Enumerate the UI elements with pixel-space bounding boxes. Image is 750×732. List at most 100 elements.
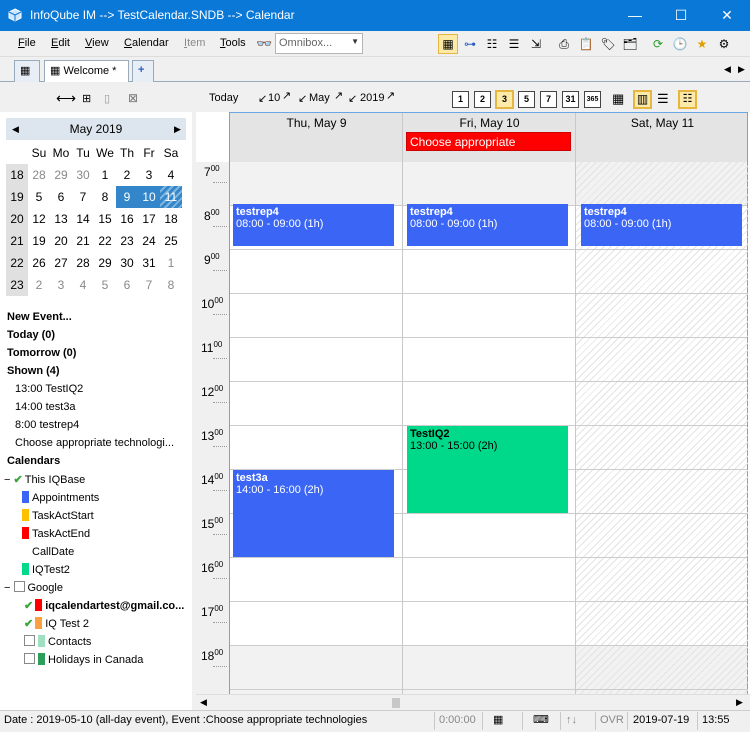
collapse-icon[interactable]: −	[4, 582, 10, 594]
rows-layout-icon[interactable]: ☰	[657, 91, 669, 107]
mini-calendar-day[interactable]: 20	[50, 230, 72, 252]
menu-calendar[interactable]: Calendar	[124, 37, 169, 49]
all-day-event[interactable]: Choose appropriate	[406, 132, 571, 151]
mini-calendar-day[interactable]: 30	[116, 252, 138, 274]
year-nav-right-icon[interactable]: ↗	[386, 89, 395, 102]
view-3-day-button[interactable]: 3	[495, 90, 514, 109]
mini-calendar-day[interactable]: 6	[116, 274, 138, 296]
view-2-day-button[interactable]: 2	[474, 91, 491, 108]
tree-today[interactable]: Today (0)	[7, 329, 55, 341]
day-nav-label[interactable]: 10	[268, 92, 280, 104]
collapse-icon[interactable]: −	[4, 474, 10, 486]
tab-grid[interactable]: ▦	[14, 60, 40, 82]
mini-calendar-day[interactable]: 10	[138, 186, 160, 208]
iq-calendar-item[interactable]: Appointments	[22, 491, 99, 504]
mini-calendar-day[interactable]: 13	[50, 208, 72, 230]
mini-calendar-day[interactable]: 26	[28, 252, 50, 274]
mini-calendar-day[interactable]: 7	[138, 274, 160, 296]
outline-view-icon[interactable]: ☰	[504, 34, 524, 54]
mini-calendar-day[interactable]: 7	[72, 186, 94, 208]
tab-welcome[interactable]: ▦ Welcome *	[44, 60, 129, 82]
week-number[interactable]: 18	[6, 164, 28, 186]
view-1-day-button[interactable]: 1	[452, 91, 469, 108]
week-number[interactable]: 23	[6, 274, 28, 296]
notes-icon[interactable]: 📋	[576, 34, 596, 54]
mini-calendar-day[interactable]: 17	[138, 208, 160, 230]
menu-view[interactable]: View	[85, 37, 109, 49]
menu-edit[interactable]: Edit	[51, 37, 70, 49]
view-7-day-button[interactable]: 7	[540, 91, 557, 108]
mini-calendar-day[interactable]: 15	[94, 208, 116, 230]
week-number[interactable]: 22	[6, 252, 28, 274]
month-nav-left-icon[interactable]: ↙	[298, 92, 307, 105]
year-nav-left-icon[interactable]: ↙	[348, 92, 357, 105]
mini-calendar-day[interactable]: 3	[138, 164, 160, 186]
grid-view-icon[interactable]: ☷	[482, 34, 502, 54]
hoist-icon[interactable]: ⇲	[526, 34, 546, 54]
tree-tomorrow[interactable]: Tomorrow (0)	[7, 347, 76, 359]
menu-file[interactable]: File	[18, 37, 36, 49]
mini-calendar-day[interactable]: 28	[28, 164, 50, 186]
mini-calendar-day[interactable]: 28	[72, 252, 94, 274]
grid-layout-icon[interactable]: ▦	[612, 91, 624, 107]
shown-event-item[interactable]: Choose appropriate technologi...	[15, 437, 174, 449]
mini-calendar-day[interactable]: 5	[94, 274, 116, 296]
expand-horizontal-icon[interactable]: ⟷	[56, 90, 76, 107]
mini-calendar-day[interactable]: 16	[116, 208, 138, 230]
checkbox[interactable]	[24, 653, 35, 664]
mini-calendar-day[interactable]: 30	[72, 164, 94, 186]
event-testrep4-thu[interactable]: testrep4 08:00 - 09:00 (1h)	[233, 204, 394, 246]
maximize-button[interactable]: ☐	[658, 0, 704, 31]
status-calendar-icon[interactable]: ▦	[493, 713, 503, 726]
toolbar-settings-icon[interactable]: ⚙	[714, 34, 734, 54]
clock-icon[interactable]: 🕒	[670, 34, 690, 54]
event-testrep4-sat[interactable]: testrep4 08:00 - 09:00 (1h)	[581, 204, 742, 246]
shown-event-item[interactable]: 14:00 test3a	[15, 401, 76, 413]
day-nav-left-icon[interactable]: ↙	[258, 92, 267, 105]
list-layout-icon[interactable]: ☷	[678, 90, 697, 109]
google-calendar-item[interactable]: Holidays in Canada	[24, 653, 143, 666]
mini-calendar-day[interactable]: 21	[72, 230, 94, 252]
mini-calendar-day[interactable]: 8	[160, 274, 182, 296]
checkmark-icon[interactable]: ✔	[24, 600, 33, 612]
mini-calendar-day[interactable]: 25	[160, 230, 182, 252]
mini-calendar-day[interactable]: 5	[28, 186, 50, 208]
mini-calendar-day[interactable]: 19	[28, 230, 50, 252]
prev-month-icon[interactable]: ◀	[12, 118, 19, 140]
event-testrep4-fri[interactable]: testrep4 08:00 - 09:00 (1h)	[407, 204, 568, 246]
iq-calendar-item[interactable]: CallDate	[22, 545, 74, 558]
shown-event-item[interactable]: 13:00 TestIQ2	[15, 383, 83, 395]
chevron-down-icon[interactable]: ▼	[351, 37, 359, 46]
status-keyboard-icon[interactable]: ⌨	[533, 713, 549, 726]
preview-icon[interactable]: ⎙	[554, 34, 574, 54]
mini-calendar-day[interactable]: 14	[72, 208, 94, 230]
next-month-icon[interactable]: ▶	[174, 118, 181, 140]
mini-calendar-day[interactable]: 24	[138, 230, 160, 252]
mini-calendar-day[interactable]: 12	[28, 208, 50, 230]
binoculars-icon[interactable]: 👓	[256, 36, 272, 52]
tree-google[interactable]: − Google	[4, 581, 63, 594]
year-nav-label[interactable]: 2019	[360, 92, 384, 104]
view-5-day-button[interactable]: 5	[518, 91, 535, 108]
mini-calendar-day[interactable]: 2	[28, 274, 50, 296]
tab-scroll-left-icon[interactable]: ◀	[724, 64, 731, 75]
iq-calendar-item[interactable]: TaskActEnd	[22, 527, 90, 540]
tree-this-iqbase[interactable]: − ✔ This IQBase	[4, 473, 85, 486]
mini-calendar-day[interactable]: 31	[138, 252, 160, 274]
tree-shown[interactable]: Shown (4)	[7, 365, 60, 377]
week-number[interactable]: 19	[6, 186, 28, 208]
week-number[interactable]: 20	[6, 208, 28, 230]
mini-calendar-day[interactable]: 9	[116, 186, 138, 208]
scroll-left-icon[interactable]: ◀	[200, 697, 207, 708]
mini-calendar-day[interactable]: 8	[94, 186, 116, 208]
shown-event-item[interactable]: 8:00 testrep4	[15, 419, 79, 431]
add-tab-button[interactable]: +	[132, 60, 154, 82]
mini-calendar-day[interactable]: 2	[116, 164, 138, 186]
week-number[interactable]: 21	[6, 230, 28, 252]
month-nav-right-icon[interactable]: ↗	[334, 89, 343, 102]
view-year-button[interactable]: 365	[584, 91, 601, 108]
mini-calendar-day[interactable]: 22	[94, 230, 116, 252]
rename-icon[interactable]: ▯	[104, 92, 110, 105]
favorites-icon[interactable]: ★	[692, 34, 712, 54]
calendar-view-icon[interactable]: ▦	[438, 34, 458, 54]
